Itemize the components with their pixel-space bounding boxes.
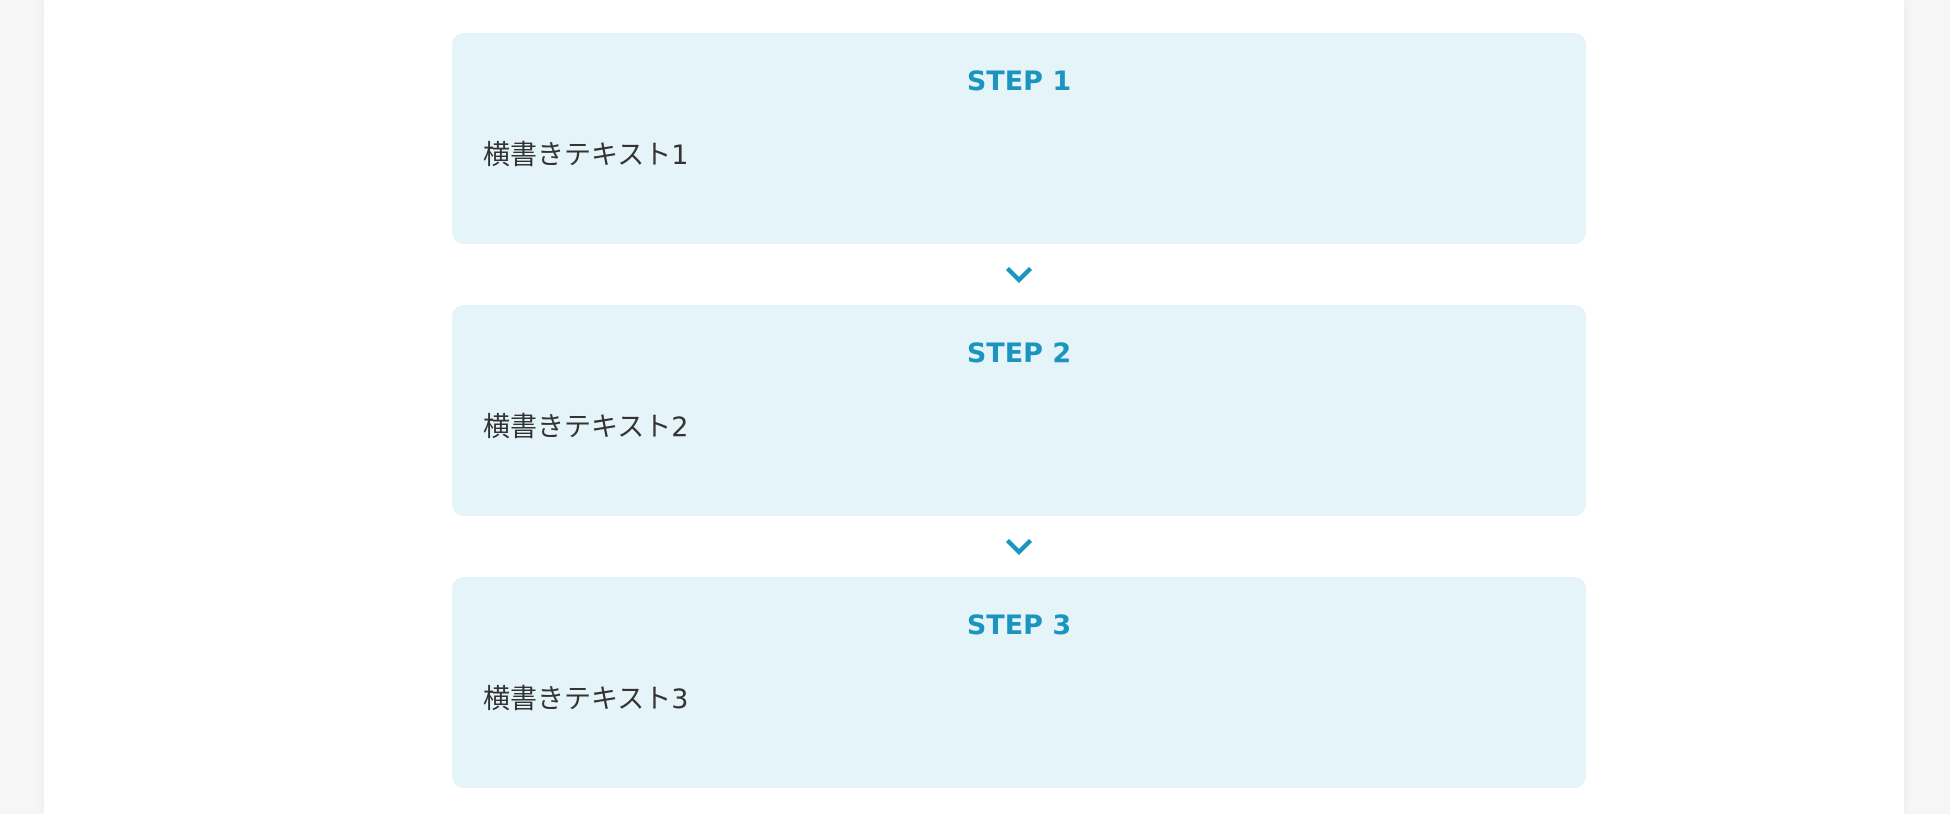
step-text: 横書きテキスト1 (483, 140, 689, 171)
chevron-down-icon (1006, 538, 1032, 555)
step-box-2: STEP 2 横書きテキスト2 (452, 305, 1586, 516)
step-title: STEP 2 (966, 338, 1072, 369)
step-box-1: STEP 1 横書きテキスト1 (452, 33, 1586, 244)
step-text: 横書きテキスト2 (483, 412, 689, 443)
content-area: STEP 1 横書きテキスト1 STEP 2 横書きテキスト2 STEP 3 横… (44, 0, 1904, 814)
step-box-3: STEP 3 横書きテキスト3 (452, 577, 1586, 788)
step-title: STEP 1 (966, 66, 1072, 97)
chevron-down-icon (1006, 266, 1032, 283)
step-flow: STEP 1 横書きテキスト1 STEP 2 横書きテキスト2 STEP 3 横… (452, 33, 1586, 788)
step-text: 横書きテキスト3 (483, 684, 689, 715)
step-connector (452, 516, 1586, 577)
step-connector (452, 244, 1586, 305)
step-title: STEP 3 (966, 610, 1072, 641)
